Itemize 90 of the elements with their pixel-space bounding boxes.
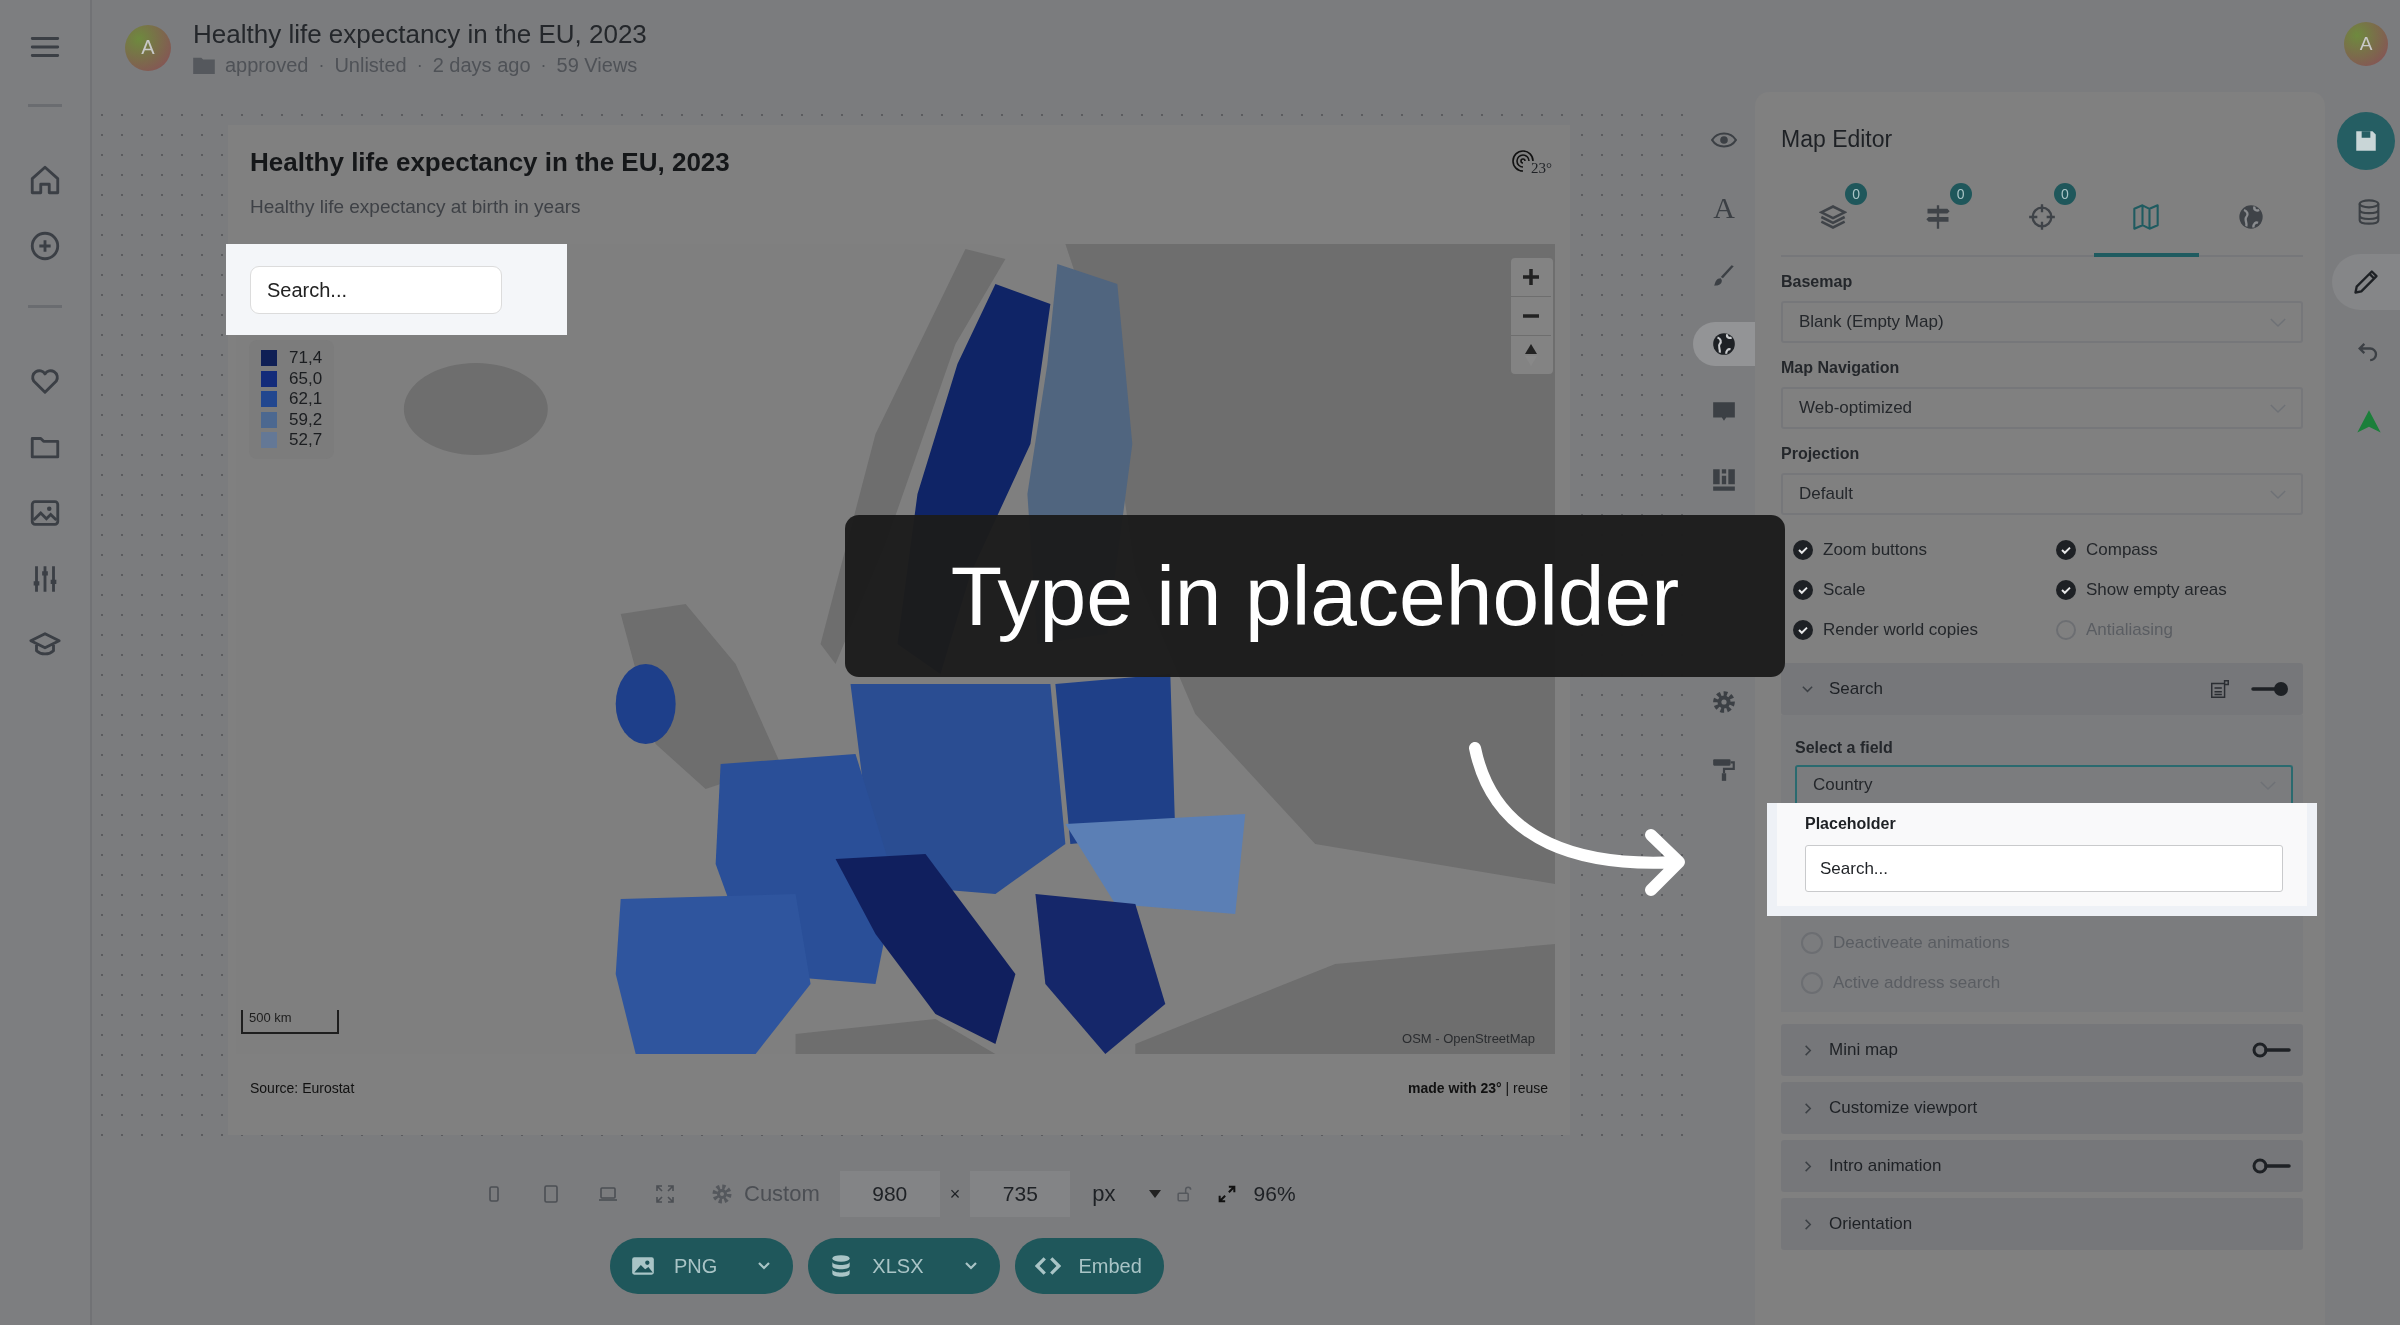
checkbox[interactable] xyxy=(2056,540,2076,560)
width-field[interactable]: 980 xyxy=(839,1171,940,1217)
times-sign: × xyxy=(949,1183,961,1205)
editor-tab[interactable]: 0 xyxy=(1781,181,1886,257)
brush-icon xyxy=(1711,263,1737,289)
field-label: Projection xyxy=(1781,445,1861,463)
option-label: Scale xyxy=(1823,580,1866,600)
pencil-icon xyxy=(2352,268,2380,296)
section-title: Mini map xyxy=(1829,1040,1899,1060)
editor-tab[interactable]: 0 xyxy=(1989,181,2095,257)
section-title: Search xyxy=(1829,679,1884,699)
field-label: Placeholder xyxy=(1805,815,1897,833)
map-attribution: OSM - OpenStreetMap xyxy=(1402,1031,1535,1046)
export-button[interactable]: PNG xyxy=(610,1238,794,1294)
legend-label: 62,1 xyxy=(289,389,323,410)
chart-subtitle: Healthy life expectancy at birth in years xyxy=(249,195,581,218)
field-label: Select a field xyxy=(1795,739,1894,757)
section-header[interactable]: Customize viewport xyxy=(1781,1082,2303,1134)
user-avatar[interactable]: A xyxy=(125,24,171,71)
field-label: Map Navigation xyxy=(1781,359,1901,377)
count-badge: 0 xyxy=(1949,183,1972,205)
logo-text: 23° xyxy=(1531,160,1552,177)
user-avatar[interactable]: A xyxy=(2344,22,2388,66)
section-title: Intro animation xyxy=(1829,1156,1943,1176)
settings-icon xyxy=(1711,689,1737,715)
gear-icon xyxy=(710,1182,734,1206)
toggle-switch[interactable] xyxy=(2251,1156,2291,1176)
home-icon[interactable] xyxy=(28,163,62,197)
height-field[interactable]: 735 xyxy=(970,1171,1071,1217)
folder-icon xyxy=(193,56,215,74)
panel-title: Map Editor xyxy=(1781,125,1894,153)
toggle-switch[interactable] xyxy=(2251,1040,2291,1060)
credit-note: made with 23° | reuse xyxy=(1408,1080,1548,1096)
section-title: Customize viewport xyxy=(1829,1098,1979,1118)
select-field[interactable]: Default xyxy=(1781,473,2303,515)
caption-banner: Type in placeholder xyxy=(845,515,1785,677)
chart-title: Healthy life expectancy in the EU, 2023 xyxy=(249,146,730,178)
chevron-icon xyxy=(963,1261,978,1271)
section-header[interactable]: Search xyxy=(1781,663,2303,715)
save-button[interactable] xyxy=(2337,112,2395,170)
section-header[interactable]: Intro animation xyxy=(1781,1140,2303,1192)
export-button[interactable]: XLSX xyxy=(808,1238,1000,1294)
layers-icon xyxy=(1819,203,1848,231)
layout-icon xyxy=(1711,467,1737,493)
export-button[interactable]: Embed xyxy=(1014,1238,1164,1294)
source-note: Source: Eurostat xyxy=(250,1080,355,1096)
separator-dot: · xyxy=(540,54,547,76)
rail-tab[interactable] xyxy=(2332,254,2400,310)
globe-icon xyxy=(1711,331,1737,357)
add-icon[interactable] xyxy=(28,229,62,263)
checkbox[interactable] xyxy=(2056,580,2076,600)
legend-label: 52,7 xyxy=(289,430,323,451)
separator-dot: · xyxy=(318,54,325,76)
separator-dot: · xyxy=(416,54,423,76)
fullscreen-icon[interactable] xyxy=(653,1182,677,1206)
tool-tab[interactable] xyxy=(1693,322,1755,366)
section-header[interactable]: Mini map xyxy=(1781,1024,2303,1076)
zoom-level: 96% xyxy=(1253,1182,1296,1206)
map-search-field[interactable]: Search... xyxy=(250,266,502,314)
checkbox[interactable] xyxy=(1793,580,1813,600)
option-label: Show empty areas xyxy=(2086,580,2227,600)
map-icon xyxy=(2132,203,2161,231)
scale-bar: 500 km xyxy=(241,1010,339,1034)
select-field[interactable]: Blank (Empty Map) xyxy=(1781,301,2303,343)
section-title: Orientation xyxy=(1829,1214,1914,1234)
crosshair-icon xyxy=(2028,203,2056,231)
chevron-icon xyxy=(757,1261,772,1271)
option-label: Zoom buttons xyxy=(1823,540,1927,560)
option-label: Render world copies xyxy=(1823,620,1978,640)
checkbox[interactable] xyxy=(1793,620,1813,640)
list-icon[interactable] xyxy=(2209,678,2231,700)
count-badge: 0 xyxy=(1845,183,1868,205)
option-label: Compass xyxy=(2086,540,2158,560)
tool-tab[interactable]: A xyxy=(1693,186,1755,230)
section-header[interactable]: Orientation xyxy=(1781,1198,2303,1250)
placeholder-field[interactable]: Search... xyxy=(1805,845,2283,892)
document-title: Healthy life expectancy in the EU, 2023 xyxy=(193,18,647,50)
count-badge: 0 xyxy=(2054,183,2076,205)
legend-label: 59,2 xyxy=(289,409,323,430)
paint-roller-icon xyxy=(1711,757,1737,783)
globe-icon xyxy=(2236,203,2265,231)
legend-label: 65,0 xyxy=(289,368,323,389)
field-label: Basemap xyxy=(1781,273,1854,291)
toggle-switch[interactable] xyxy=(2251,679,2291,699)
select-field[interactable]: Web-optimized xyxy=(1781,387,2303,429)
legend-label: 71,4 xyxy=(289,348,323,369)
caret-icon[interactable] xyxy=(1147,1189,1162,1199)
checkbox[interactable] xyxy=(1793,540,1813,560)
editor-tab[interactable]: 0 xyxy=(1885,181,1990,257)
unit-label: px xyxy=(1092,1181,1116,1207)
